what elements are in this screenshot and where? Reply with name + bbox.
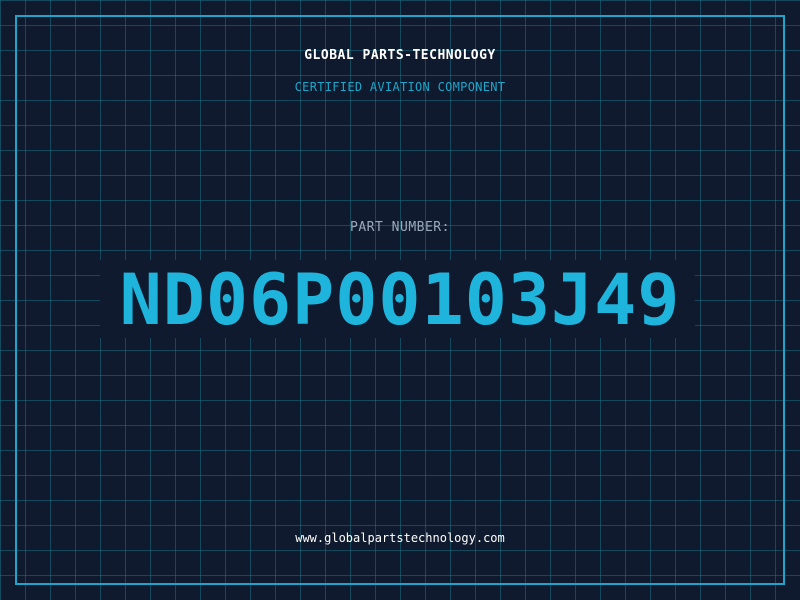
- part-label-card: GLOBAL PARTS-TECHNOLOGY CERTIFIED AVIATI…: [0, 0, 800, 600]
- part-number-label: PART NUMBER:: [350, 220, 450, 235]
- certification-tagline: CERTIFIED AVIATION COMPONENT: [294, 80, 506, 94]
- part-number-value: ND06P00103J49: [119, 259, 681, 341]
- company-name: GLOBAL PARTS-TECHNOLOGY: [304, 48, 496, 63]
- website-url: www.globalpartstechnology.com: [295, 531, 505, 545]
